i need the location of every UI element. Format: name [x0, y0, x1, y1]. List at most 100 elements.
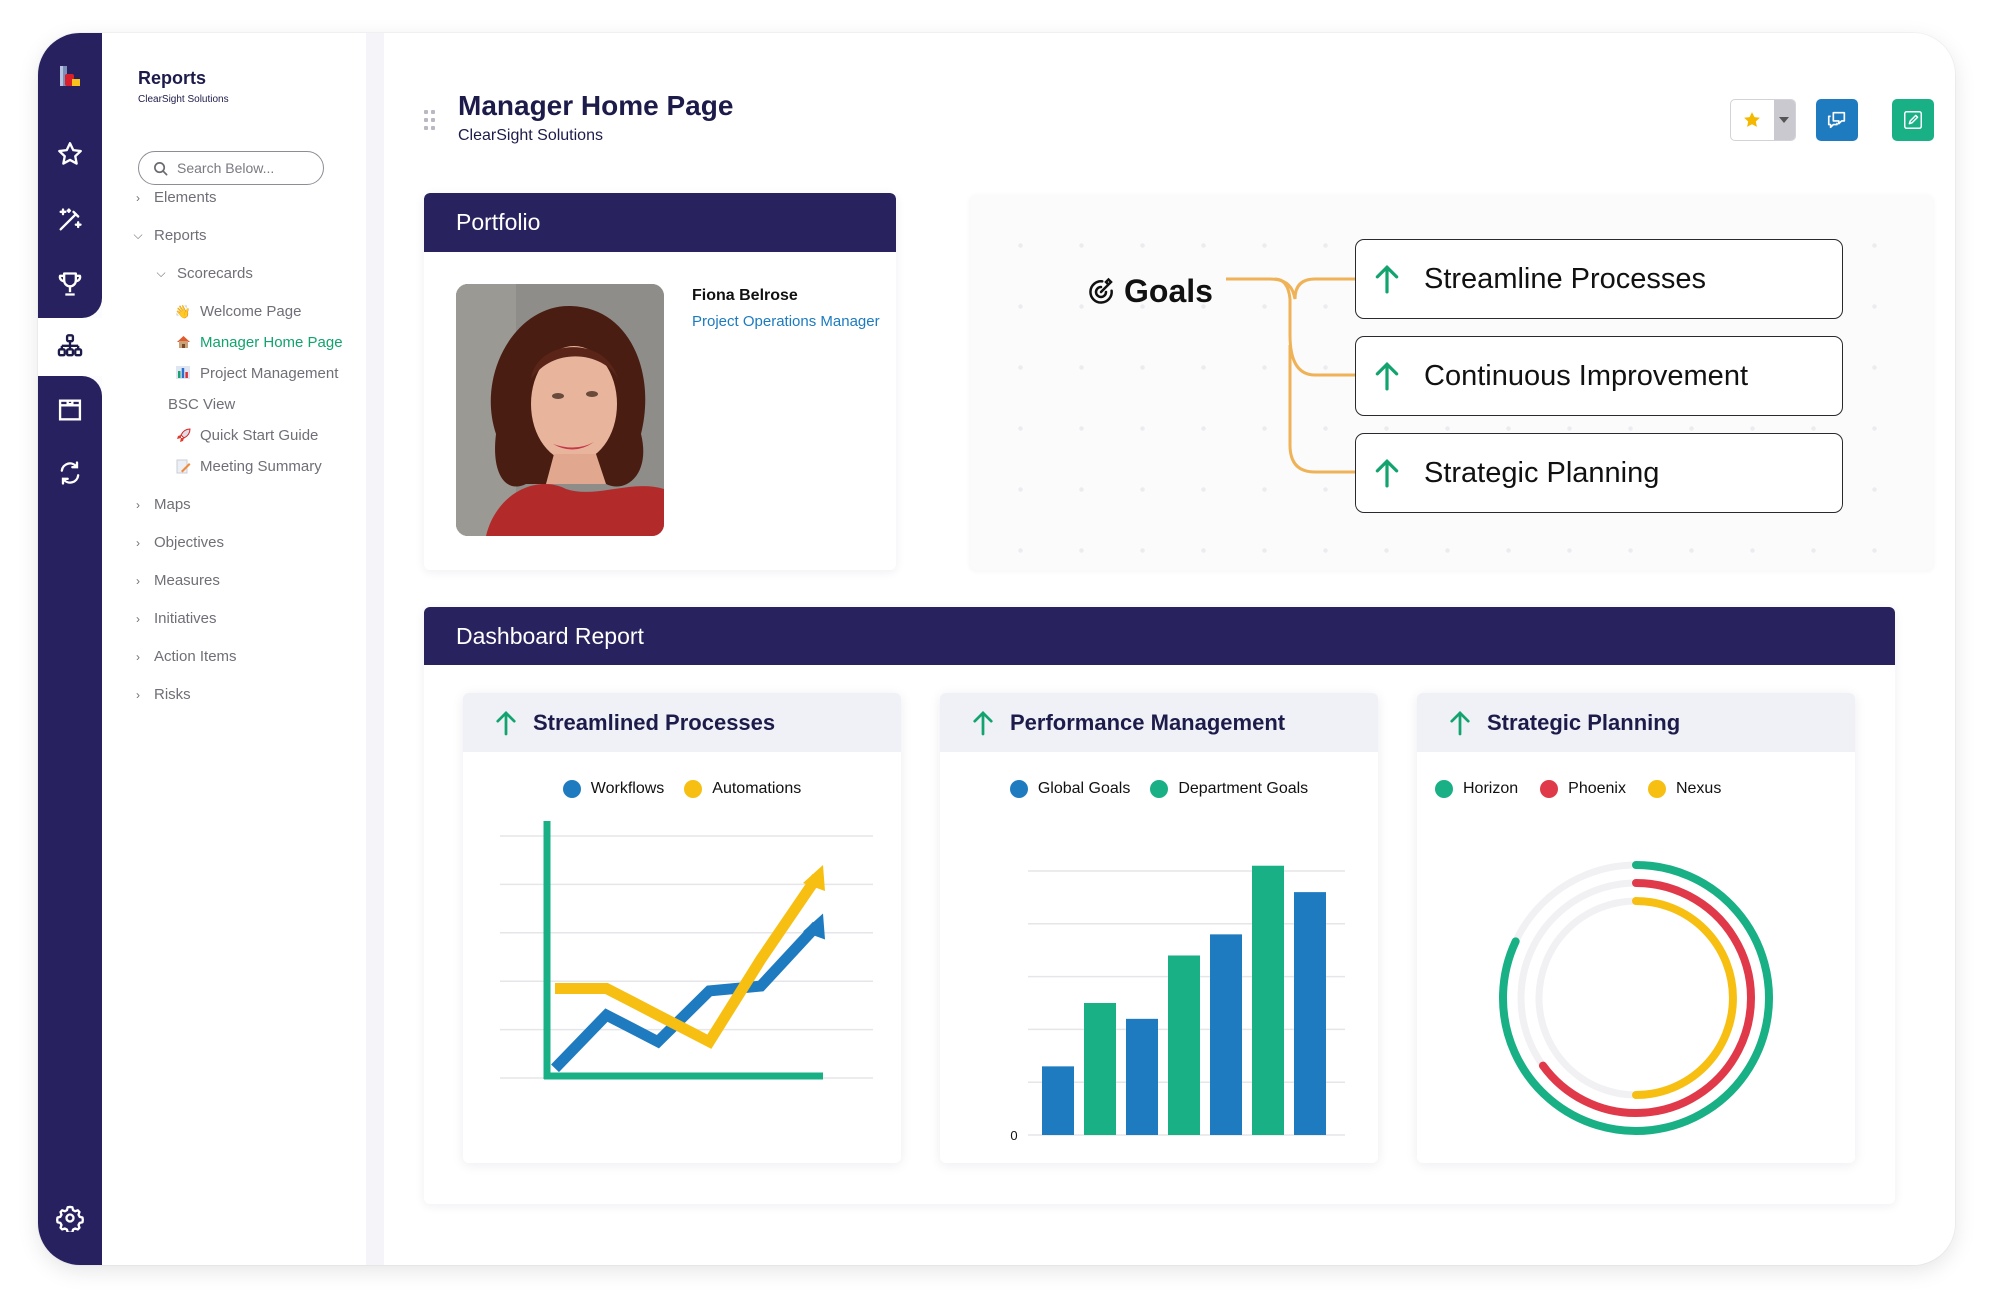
legend-swatch: [1647, 780, 1666, 798]
portfolio-header: Portfolio: [424, 193, 896, 252]
chart-card-performance-management: Performance Management Global Goals Depa…: [940, 693, 1378, 1163]
arrow-up-icon: [1375, 458, 1399, 488]
page-title: Manager Home Page: [458, 90, 734, 121]
tree-item-measures[interactable]: › Measures: [132, 572, 220, 589]
legend-item[interactable]: Automations: [684, 780, 801, 798]
arrow-up-icon: [973, 710, 993, 735]
bar: [1210, 934, 1242, 1135]
chevron-right-icon: ›: [136, 687, 140, 702]
star-icon: [1731, 100, 1774, 140]
tree-item-scorecards[interactable]: ⌵ Scorecards: [155, 265, 252, 282]
legend-item[interactable]: Department Goals: [1150, 780, 1308, 798]
archive-box-icon[interactable]: [50, 390, 90, 430]
card-title: Performance Management: [1010, 709, 1286, 735]
goals-map-panel: Goals Streamline Processes Continuous Im…: [970, 195, 1933, 570]
legend-swatch: [1009, 780, 1028, 798]
chevron-right-icon: ›: [136, 573, 140, 588]
comments-button[interactable]: [1816, 99, 1858, 141]
nav-title: Reports: [138, 68, 207, 88]
bar: [1084, 1003, 1116, 1135]
app-logo-icon[interactable]: [50, 57, 90, 97]
profile-photo: [456, 284, 664, 536]
legend-item[interactable]: Nexus: [1647, 780, 1721, 798]
arrow-up-icon: [1375, 361, 1399, 391]
chevron-down-icon: ⌵: [133, 228, 143, 242]
tree-item-project-management[interactable]: Project Management: [174, 365, 338, 382]
dashboard-header: Dashboard Report: [424, 607, 1895, 665]
tree-item-quick-start-guide[interactable]: Quick Start Guide: [174, 427, 318, 444]
chevron-right-icon: ›: [136, 190, 140, 205]
card-title: Streamlined Processes: [533, 709, 776, 735]
legend-swatch: [684, 780, 703, 798]
arrow-up-icon: [1375, 264, 1399, 294]
legend-swatch: [1150, 780, 1169, 798]
legend-swatch: [1435, 780, 1453, 798]
legend-item[interactable]: Global Goals: [1009, 780, 1130, 798]
chevron-down-icon: ⌵: [156, 266, 166, 280]
person-name: Fiona Belrose: [692, 287, 798, 304]
dashboard-report-panel: Dashboard Report Streamlined Processes W…: [424, 607, 1895, 1204]
chevron-right-icon: ›: [136, 611, 140, 626]
legend-item[interactable]: Phoenix: [1540, 780, 1626, 798]
settings-gear-icon[interactable]: [50, 1198, 90, 1238]
goal-card[interactable]: Continuous Improvement: [1355, 336, 1843, 416]
bar: [1168, 955, 1200, 1135]
hand-icon: 👋: [174, 303, 192, 319]
chat-bubbles-icon: [1827, 111, 1846, 129]
nav-subtitle: ClearSight Solutions: [138, 94, 229, 105]
tree-item-bsc-view[interactable]: BSC View: [168, 396, 235, 413]
tree-item-elements[interactable]: › Elements: [132, 189, 217, 206]
search-input[interactable]: [177, 160, 307, 176]
tree-item-manager-home-page[interactable]: Manager Home Page: [174, 334, 343, 351]
bar: [1126, 1018, 1158, 1135]
panel-divider[interactable]: [366, 33, 384, 1265]
bar-chart-icon: [174, 365, 192, 382]
bar: [1252, 865, 1284, 1135]
trophy-icon[interactable]: [50, 264, 90, 304]
tree-item-initiatives[interactable]: › Initiatives: [132, 610, 217, 627]
edit-button[interactable]: [1892, 99, 1934, 141]
bar-chart: 0: [1010, 865, 1345, 1143]
y-tick-label: 0: [1010, 1128, 1017, 1143]
goal-card[interactable]: Strategic Planning: [1355, 433, 1843, 513]
icon-rail: [38, 33, 102, 1265]
series-line-workflows: [551, 921, 822, 1073]
tree-item-maps[interactable]: › Maps: [132, 496, 191, 513]
chevron-right-icon: ›: [136, 535, 140, 550]
magic-wand-icon[interactable]: [50, 200, 90, 240]
legend-swatch: [562, 780, 581, 798]
caret-down-icon[interactable]: [1773, 100, 1795, 140]
tree-item-welcome-page[interactable]: 👋 Welcome Page: [174, 303, 302, 320]
sync-icon[interactable]: [50, 453, 90, 493]
edit-pencil-icon: [1904, 111, 1922, 129]
goals-node[interactable]: Goals: [1086, 273, 1213, 310]
portfolio-panel: Portfolio Fiona Belrose Project Operatio…: [424, 193, 896, 570]
page-subtitle: ClearSight Solutions: [458, 127, 603, 144]
search-box[interactable]: [138, 151, 324, 185]
legend-swatch: [1540, 780, 1559, 798]
goal-card[interactable]: Streamline Processes: [1355, 239, 1843, 319]
legend-item[interactable]: Workflows: [562, 780, 664, 798]
favorites-star-icon[interactable]: [50, 134, 90, 174]
chart-card-strategic-planning: Strategic Planning Horizon Phoenix Nexus: [1417, 693, 1855, 1163]
hierarchy-icon[interactable]: [50, 327, 90, 367]
connector-line: [1274, 277, 1355, 377]
legend-item[interactable]: Horizon: [1435, 780, 1518, 798]
chart-legend: Horizon Phoenix Nexus: [1417, 780, 1855, 798]
arrow-up-icon: [1450, 710, 1470, 735]
chart-card-streamlined-processes: Streamlined Processes Workflows Automati…: [463, 693, 901, 1163]
tree-item-action-items[interactable]: › Action Items: [132, 648, 237, 665]
drag-handle-icon[interactable]: [424, 110, 436, 132]
tree-item-risks[interactable]: › Risks: [132, 686, 191, 703]
chart-legend: Global Goals Department Goals: [940, 780, 1378, 798]
ring-phoenix: [1538, 879, 1755, 1117]
connector-line: [1288, 345, 1355, 474]
ring-nexus: [1632, 897, 1737, 1099]
main-content: Manager Home Page ClearSight Solutions P…: [384, 33, 1955, 1265]
favorite-button[interactable]: [1730, 99, 1796, 141]
tree-item-reports[interactable]: ⌵ Reports: [132, 227, 206, 244]
tree-item-meeting-summary[interactable]: Meeting Summary: [174, 458, 322, 475]
card-title: Strategic Planning: [1487, 709, 1681, 735]
tree-item-objectives[interactable]: › Objectives: [132, 534, 224, 551]
chart-legend: Workflows Automations: [463, 780, 901, 798]
